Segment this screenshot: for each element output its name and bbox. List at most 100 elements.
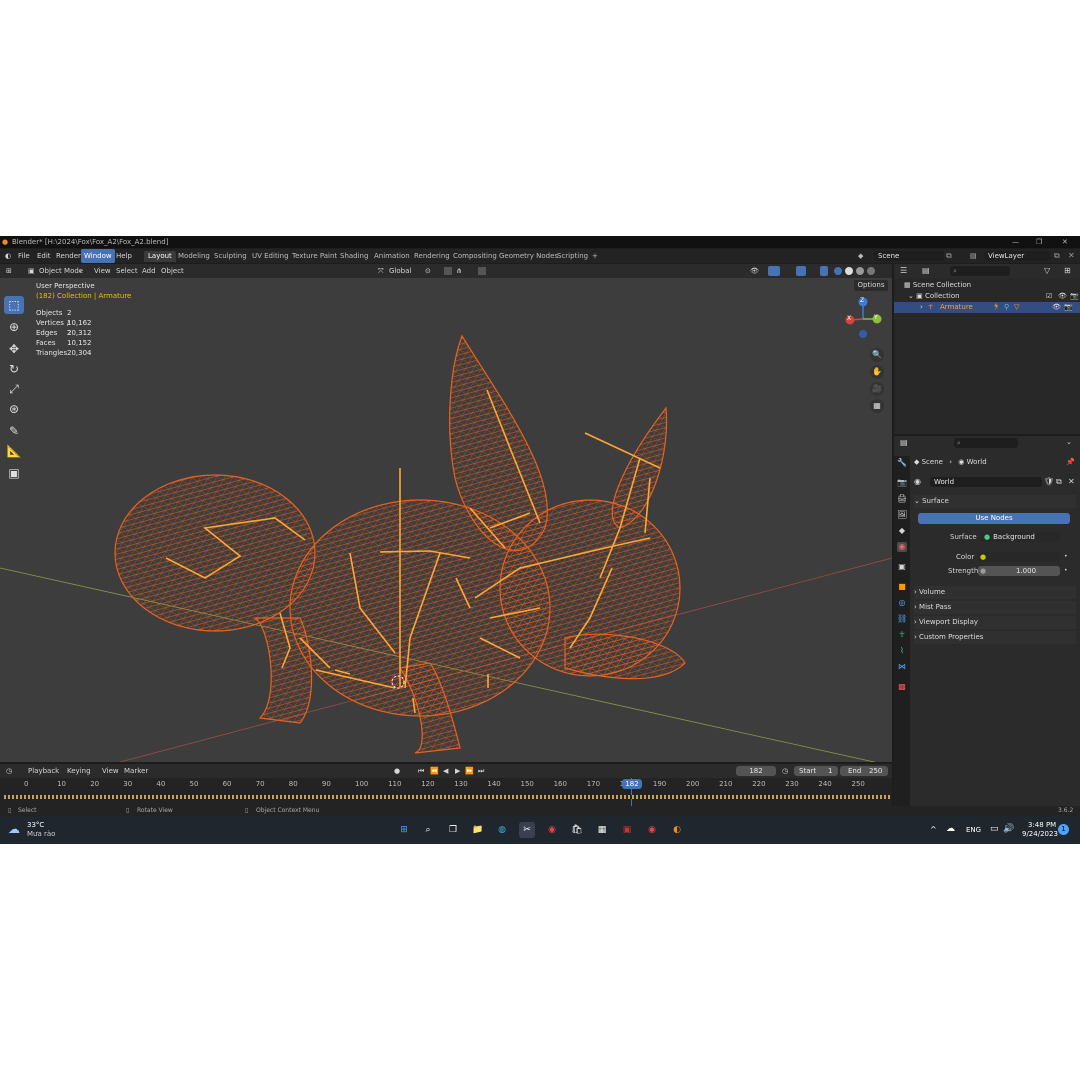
close-button[interactable]: ✕ <box>1062 236 1068 248</box>
maximize-button[interactable]: ❐ <box>1036 236 1042 248</box>
constraints-tab-icon[interactable]: ⛓ <box>897 614 907 624</box>
tab-layout[interactable]: Layout <box>144 251 176 262</box>
bone-constraint-tab-icon[interactable]: ⋈ <box>897 662 907 672</box>
menu-select[interactable]: Select <box>116 264 138 278</box>
jump-keyframe-forward-icon[interactable]: ⏩ <box>465 764 474 778</box>
minimize-button[interactable]: — <box>1012 236 1019 248</box>
transform-tool[interactable]: ⊛ <box>4 400 24 418</box>
measure-tool[interactable]: 📐 <box>4 442 24 460</box>
tab-sculpting[interactable]: Sculpting <box>210 251 251 262</box>
jump-start-icon[interactable]: ⏮ <box>418 764 424 778</box>
filter-icon[interactable]: ▽ <box>1044 266 1050 275</box>
snipping-tool-icon[interactable]: ✂ <box>519 822 535 838</box>
cursor-tool[interactable]: ⊕ <box>4 318 24 336</box>
display-mode-icon[interactable]: ▤ <box>922 266 930 275</box>
scene-icon[interactable]: ◆ <box>858 252 863 260</box>
select-box-tool[interactable]: ⬚ <box>4 296 24 314</box>
snap-icon[interactable]: ⋔ <box>456 264 462 278</box>
exclude-checkbox[interactable]: ☑ <box>1046 292 1052 300</box>
unlink-icon[interactable]: ✕ <box>1068 477 1075 486</box>
tab-animation[interactable]: Animation <box>370 251 414 262</box>
collection-tab-icon[interactable]: ▣ <box>897 562 907 572</box>
menu-playback[interactable]: Playback <box>28 764 59 778</box>
snap-toggle[interactable] <box>444 267 452 275</box>
task-view-icon[interactable]: ❐ <box>445 822 461 838</box>
menu-file[interactable]: File <box>15 249 33 263</box>
tab-shading[interactable]: Shading <box>336 251 372 262</box>
viewlayer-copy-icon[interactable]: ⧉ <box>1054 251 1060 261</box>
texture-tab-icon[interactable]: ▩ <box>897 682 907 692</box>
jump-keyframe-back-icon[interactable]: ⏪ <box>430 764 439 778</box>
object-data-tab-icon[interactable]: ☥ <box>897 630 907 640</box>
keyframe-dot-icon[interactable]: • <box>1064 567 1068 574</box>
camera-icon[interactable]: 🎥 <box>870 382 884 396</box>
annotate-tool[interactable]: ✎ <box>4 422 24 440</box>
search-icon[interactable]: ⌕ <box>420 822 436 838</box>
options-dropdown[interactable]: Options <box>854 280 888 291</box>
add-workspace-icon[interactable]: + <box>588 251 602 262</box>
view-layer-tab-icon[interactable]: 🖼 <box>897 510 907 520</box>
tab-uv-editing[interactable]: UV Editing <box>248 251 293 262</box>
jump-end-icon[interactable]: ⏭ <box>478 764 484 778</box>
tab-geometry-nodes[interactable]: Geometry Nodes <box>495 251 562 262</box>
menu-view[interactable]: View <box>102 764 119 778</box>
chrome-profile-icon[interactable]: ◉ <box>644 822 660 838</box>
record-icon[interactable]: ● <box>394 764 400 778</box>
viewlayer-icon[interactable]: ▤ <box>970 252 977 260</box>
current-frame-field[interactable]: 182 <box>736 766 776 776</box>
expand-chevron-icon[interactable]: ⌄ <box>908 292 916 300</box>
pin-icon[interactable]: 📌 <box>1066 458 1075 466</box>
rotate-tool[interactable]: ↻ <box>4 360 24 378</box>
scale-tool[interactable]: ⤢ <box>4 380 24 398</box>
add-cube-tool[interactable]: ▣ <box>4 464 24 482</box>
menu-edit[interactable]: Edit <box>34 249 54 263</box>
app-icon[interactable]: ▦ <box>594 822 610 838</box>
tool-tab-icon[interactable]: 🔧 <box>897 458 907 468</box>
pan-hand-icon[interactable]: ✋ <box>870 365 884 379</box>
bone-tab-icon[interactable]: ⌇ <box>897 646 907 656</box>
language-indicator[interactable]: ENG <box>966 826 981 834</box>
custom-properties-panel-header[interactable]: › Custom Properties <box>914 631 1076 644</box>
chevron-down-icon[interactable]: ⌄ <box>1066 438 1072 446</box>
blender-menu-icon[interactable]: ◐ <box>2 249 14 263</box>
pivot-icon[interactable]: ⊙ <box>425 264 431 278</box>
scene-collection-row[interactable]: ▦ Scene Collection <box>904 281 971 289</box>
volume-icon[interactable]: 🔊 <box>1003 824 1014 834</box>
wireframe-shading-button[interactable] <box>834 267 842 275</box>
start-frame-field[interactable]: Start 1 <box>794 766 838 776</box>
mode-selector[interactable]: Object Mode <box>39 264 83 278</box>
world-name-field[interactable]: World <box>930 477 1042 487</box>
menu-view[interactable]: View <box>94 264 111 278</box>
edge-browser-icon[interactable]: ◍ <box>494 822 510 838</box>
properties-editor-icon[interactable]: ▤ <box>900 438 908 447</box>
physics-tab-icon[interactable]: ◎ <box>897 598 907 608</box>
viewlayer-close-icon[interactable]: ✕ <box>1068 251 1075 260</box>
tab-compositing[interactable]: Compositing <box>449 251 501 262</box>
play-reverse-icon[interactable]: ◀ <box>443 764 448 778</box>
color-field[interactable]: ● <box>978 552 1060 562</box>
editor-type-icon[interactable]: ⊞ <box>6 264 12 278</box>
overlay-toggle[interactable] <box>796 266 806 276</box>
render-camera-icon[interactable]: 📷 <box>1070 292 1079 300</box>
chrome-icon[interactable]: ◉ <box>544 822 560 838</box>
outliner-search-input[interactable]: ⌕ <box>950 266 1010 276</box>
store-icon[interactable]: 🛍 <box>569 822 585 838</box>
render-tab-icon[interactable]: 📷 <box>897 478 907 488</box>
menu-window[interactable]: Window <box>81 249 115 263</box>
transform-orientation[interactable]: Global <box>389 264 411 278</box>
world-browse-icon[interactable]: ◉ <box>914 477 921 486</box>
network-icon[interactable]: ▭ <box>990 824 999 834</box>
duplicate-icon[interactable]: ⧉ <box>1056 477 1062 487</box>
3d-viewport[interactable]: ⬚ ⊕ ✥ ↻ ⤢ ⊛ ✎ 📐 ▣ User Perspective (182)… <box>0 278 892 762</box>
file-explorer-icon[interactable]: 📁 <box>470 822 486 838</box>
blender-taskbar-icon[interactable]: ◐ <box>669 822 685 838</box>
viewport-display-panel-header[interactable]: › Viewport Display <box>914 616 1076 629</box>
navigation-gizmo[interactable]: Z Y X <box>842 296 884 342</box>
timeline-track[interactable]: 0 10 20 30 40 50 60 70 80 90 100 110 120 130 140 150 160… <box>0 778 892 806</box>
surface-panel-header[interactable]: ⌄ Surface <box>914 495 1076 508</box>
xray-toggle[interactable] <box>820 266 828 276</box>
gizmo-toggle[interactable] <box>768 266 780 276</box>
use-nodes-button[interactable]: Use Nodes <box>918 513 1070 524</box>
mist-pass-panel-header[interactable]: › Mist Pass <box>914 601 1076 614</box>
menu-object[interactable]: Object <box>161 264 184 278</box>
